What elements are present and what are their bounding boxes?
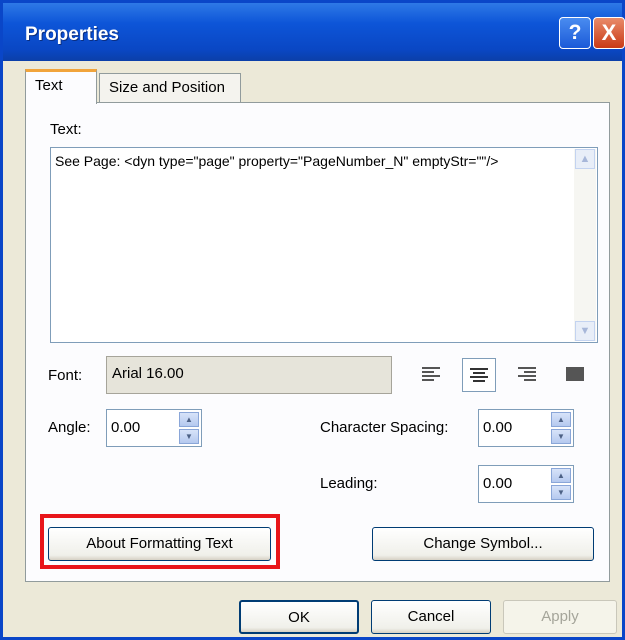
spin-up-icon[interactable]: ▲ [551,468,571,483]
text-tab-panel: Text: See Page: <dyn type="page" propert… [25,102,610,582]
spin-down-icon[interactable]: ▼ [179,429,199,444]
tab-text[interactable]: Text [25,69,97,104]
text-content: See Page: <dyn type="page" property="Pag… [55,153,499,169]
title-bar[interactable]: Properties ? X [3,3,625,61]
character-spacing-value: 0.00 [483,419,513,436]
angle-value: 0.00 [111,419,141,436]
angle-stepper[interactable]: 0.00 ▲ ▼ [106,409,202,447]
font-field[interactable]: Arial 16.00 [106,356,392,394]
justify-icon [566,367,584,381]
align-left-icon [422,367,440,381]
spin-up-icon[interactable]: ▲ [179,412,199,427]
leading-value: 0.00 [483,475,513,492]
apply-button[interactable]: Apply [503,600,617,634]
spin-down-icon[interactable]: ▼ [551,485,571,500]
angle-label: Angle: [48,419,91,436]
leading-label: Leading: [320,475,378,492]
ok-button[interactable]: OK [239,600,359,634]
highlight-box [40,514,280,569]
properties-dialog: Properties ? X Text Size and Position Te… [0,0,625,640]
align-center-button[interactable] [462,358,496,392]
character-spacing-label: Character Spacing: [320,419,449,436]
close-button[interactable]: X [593,17,625,49]
text-scrollbar[interactable]: ▲ ▼ [574,149,596,341]
cancel-button[interactable]: Cancel [371,600,491,634]
character-spacing-stepper[interactable]: 0.00 ▲ ▼ [478,409,574,447]
change-symbol-button[interactable]: Change Symbol... [372,527,594,561]
justify-button[interactable] [558,358,592,392]
align-right-button[interactable] [510,358,544,392]
scroll-down-arrow-icon[interactable]: ▼ [575,321,595,341]
align-center-icon [470,368,488,382]
align-right-icon [518,367,536,381]
spin-up-icon[interactable]: ▲ [551,412,571,427]
tab-size-and-position[interactable]: Size and Position [99,73,241,103]
dialog-title: Properties [25,24,119,45]
leading-stepper[interactable]: 0.00 ▲ ▼ [478,465,574,503]
help-button[interactable]: ? [559,17,591,49]
spin-down-icon[interactable]: ▼ [551,429,571,444]
text-input[interactable]: See Page: <dyn type="page" property="Pag… [50,147,598,343]
align-left-button[interactable] [414,358,448,392]
scroll-up-arrow-icon[interactable]: ▲ [575,149,595,169]
font-label: Font: [48,367,83,384]
text-label: Text: [50,121,82,138]
